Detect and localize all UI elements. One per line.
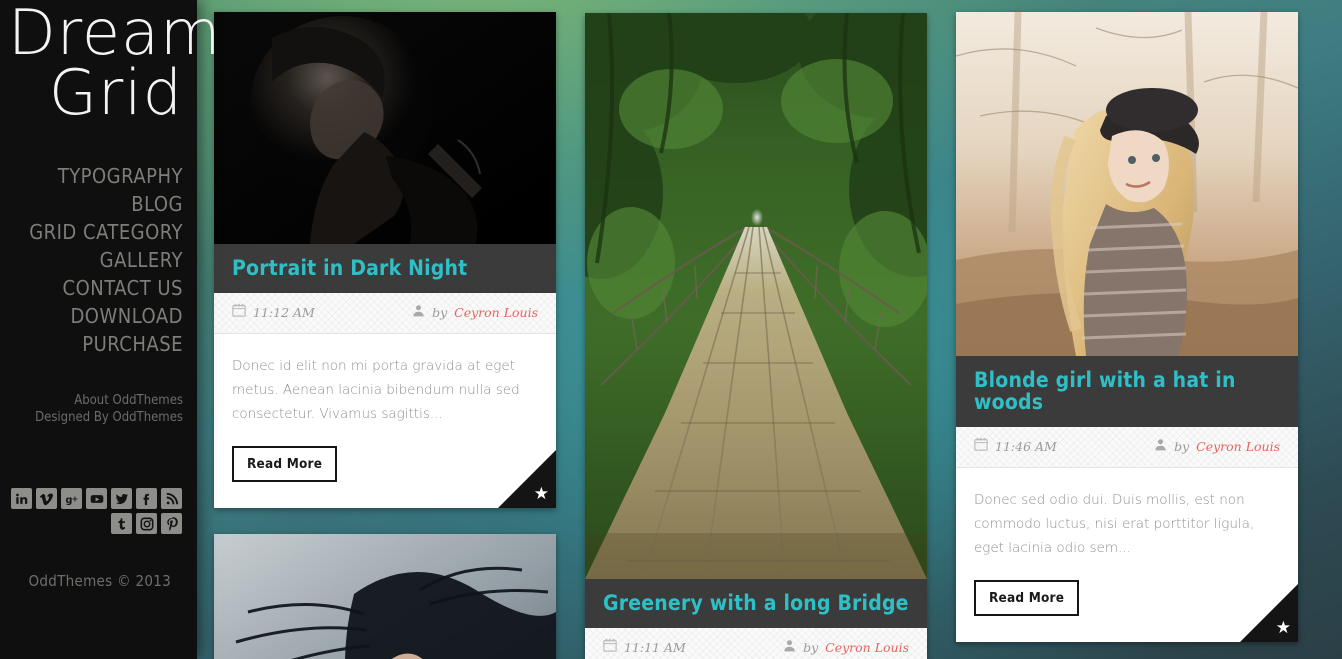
main-navigation: TYPOGRAPHY BLOG GRID CATEGORY GALLERY CO… bbox=[8, 162, 183, 358]
logo-line-1: Dream bbox=[8, 0, 222, 69]
nav-item-typography[interactable]: TYPOGRAPHY bbox=[8, 162, 183, 190]
designed-by-oddthemes-link[interactable]: Designed By OddThemes bbox=[8, 409, 183, 426]
by-label: by bbox=[432, 305, 448, 320]
grid-column-2: Greenery with a long Bridge 11:11 AM by bbox=[585, 13, 927, 659]
by-label: by bbox=[803, 640, 819, 655]
read-more-button[interactable]: Read More bbox=[974, 580, 1080, 616]
post-title-bar: Greenery with a long Bridge bbox=[585, 579, 927, 628]
post-time: 11:11 AM bbox=[624, 640, 686, 655]
page-root: Dream Grid TYPOGRAPHY BLOG GRID CATEGORY… bbox=[0, 0, 1342, 659]
vimeo-icon[interactable] bbox=[36, 488, 57, 509]
post-author[interactable]: Ceyron Louis bbox=[825, 640, 909, 655]
about-oddthemes-link[interactable]: About OddThemes bbox=[8, 392, 183, 409]
post-footer: Read More bbox=[214, 432, 556, 508]
post-card-woman-flowing-hair[interactable] bbox=[214, 534, 556, 659]
post-meta-author: by Ceyron Louis bbox=[412, 304, 538, 322]
post-grid: Portrait in Dark Night 11:12 AM by Ceyro… bbox=[214, 0, 1342, 659]
grid-column-1: Portrait in Dark Night 11:12 AM by Ceyro… bbox=[214, 12, 556, 659]
post-excerpt: Donec sed odio dui. Duis mollis, est non… bbox=[974, 492, 1255, 556]
sidebar: Dream Grid TYPOGRAPHY BLOG GRID CATEGORY… bbox=[0, 0, 222, 659]
post-card-blonde-girl-with-a-hat-in-woods[interactable]: Blonde girl with a hat in woods 11:46 AM… bbox=[956, 12, 1298, 642]
logo-line-2: Grid bbox=[48, 56, 183, 129]
post-author[interactable]: Ceyron Louis bbox=[454, 305, 538, 320]
post-title[interactable]: Portrait in Dark Night bbox=[232, 257, 538, 279]
nav-item-download[interactable]: DOWNLOAD bbox=[8, 302, 183, 330]
copyright-text: OddThemes © 2013 bbox=[28, 572, 171, 590]
pinterest-icon[interactable] bbox=[161, 513, 182, 534]
facebook-icon[interactable] bbox=[136, 488, 157, 509]
post-thumbnail-blonde-girl-hat-woods[interactable] bbox=[956, 12, 1298, 356]
rss-icon[interactable] bbox=[161, 488, 182, 509]
user-icon bbox=[783, 639, 796, 657]
social-links: g + bbox=[8, 488, 184, 534]
post-title[interactable]: Greenery with a long Bridge bbox=[603, 592, 909, 614]
youtube-icon[interactable] bbox=[86, 488, 107, 509]
linkedin-icon[interactable] bbox=[11, 488, 32, 509]
post-excerpt: Donec id elit non mi porta gravida at eg… bbox=[232, 358, 520, 422]
nav-item-contact-us[interactable]: CONTACT US bbox=[8, 274, 183, 302]
post-card-greenery-with-a-long-bridge[interactable]: Greenery with a long Bridge 11:11 AM by bbox=[585, 13, 927, 659]
nav-item-grid-category[interactable]: GRID CATEGORY bbox=[8, 218, 183, 246]
read-more-button[interactable]: Read More bbox=[232, 446, 338, 482]
googleplus-icon[interactable]: g + bbox=[61, 488, 82, 509]
nav-item-purchase[interactable]: PURCHASE bbox=[8, 330, 183, 358]
post-thumbnail-portrait-dark-night[interactable] bbox=[214, 12, 556, 244]
post-card-portrait-in-dark-night[interactable]: Portrait in Dark Night 11:12 AM by Ceyro… bbox=[214, 12, 556, 508]
post-title-bar: Portrait in Dark Night bbox=[214, 244, 556, 293]
post-meta-date: 11:11 AM bbox=[603, 638, 686, 657]
user-icon bbox=[412, 304, 425, 322]
post-title[interactable]: Blonde girl with a hat in woods bbox=[974, 369, 1280, 413]
post-meta-author: by Ceyron Louis bbox=[1154, 438, 1280, 456]
calendar-icon bbox=[232, 303, 246, 322]
post-footer: Read More bbox=[956, 566, 1298, 642]
post-meta: 11:46 AM by Ceyron Louis bbox=[956, 427, 1298, 468]
post-time: 11:12 AM bbox=[253, 305, 315, 320]
twitter-icon[interactable] bbox=[111, 488, 132, 509]
site-logo[interactable]: Dream Grid bbox=[8, 0, 222, 129]
post-meta: 11:11 AM by Ceyron Louis bbox=[585, 628, 927, 659]
post-thumbnail-woman-flowing-hair[interactable] bbox=[214, 534, 556, 659]
calendar-icon bbox=[974, 437, 988, 456]
post-meta-author: by Ceyron Louis bbox=[783, 639, 909, 657]
post-meta: 11:12 AM by Ceyron Louis bbox=[214, 293, 556, 334]
post-title-bar: Blonde girl with a hat in woods bbox=[956, 356, 1298, 427]
by-label: by bbox=[1174, 439, 1190, 454]
nav-item-gallery[interactable]: GALLERY bbox=[8, 246, 183, 274]
post-meta-date: 11:12 AM bbox=[232, 303, 315, 322]
post-thumbnail-green-suspension-bridge[interactable] bbox=[585, 13, 927, 579]
grid-column-3: Blonde girl with a hat in woods 11:46 AM… bbox=[956, 12, 1298, 659]
post-meta-date: 11:46 AM bbox=[974, 437, 1057, 456]
instagram-icon[interactable] bbox=[136, 513, 157, 534]
svg-text:+: + bbox=[71, 494, 78, 503]
post-time: 11:46 AM bbox=[995, 439, 1057, 454]
user-icon bbox=[1154, 438, 1167, 456]
about-links: About OddThemes Designed By OddThemes bbox=[8, 392, 183, 426]
tumblr-icon[interactable] bbox=[111, 513, 132, 534]
post-author[interactable]: Ceyron Louis bbox=[1196, 439, 1280, 454]
calendar-icon bbox=[603, 638, 617, 657]
nav-item-blog[interactable]: BLOG bbox=[8, 190, 183, 218]
